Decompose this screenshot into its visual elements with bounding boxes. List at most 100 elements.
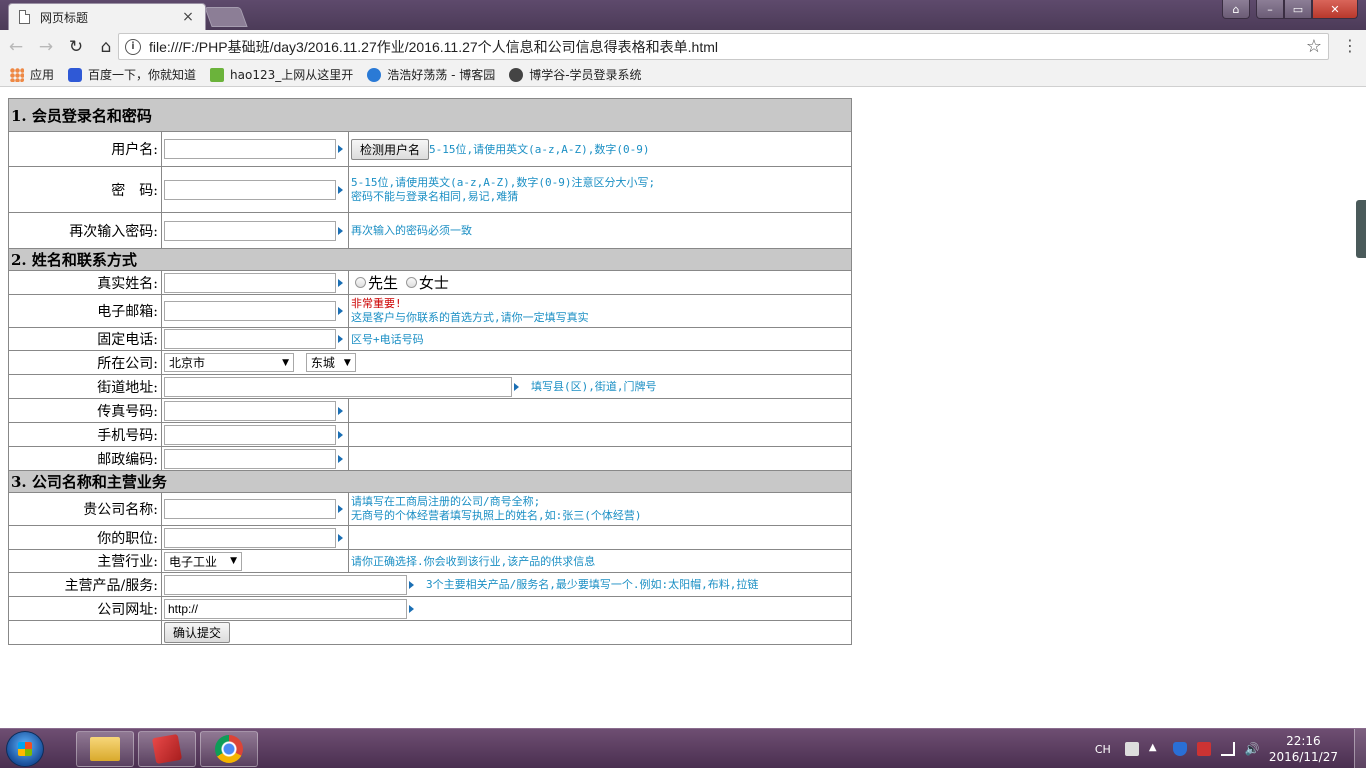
bookmark-apps[interactable]: 应用 xyxy=(10,66,54,83)
check-username-button[interactable]: 检测用户名 xyxy=(351,138,430,160)
cnblogs-icon xyxy=(367,67,382,82)
form-row-company-name: 贵公司名称: 请填写在工商局注册的公司/商号全称; 无商号的个体经营者填写执照上的… xyxy=(8,492,852,526)
show-hidden-icons-icon[interactable]: ▲ xyxy=(1149,742,1163,756)
position-input[interactable] xyxy=(164,527,336,548)
repeat-password-label: 再次输入密码: xyxy=(8,212,162,249)
section-title-business: 3. 公司名称和主营业务 xyxy=(8,470,852,493)
password-hint-1: 5-15位,请使用英文(a-z,A-Z),数字(0-9)注意区分大小写; xyxy=(351,175,656,189)
bookmark-boxuegu[interactable]: 博学谷-学员登录系统 xyxy=(509,66,642,83)
company-hint-2: 无商号的个体经营者填写执照上的姓名,如:张三(个体经营) xyxy=(351,509,642,522)
forward-button[interactable]: → xyxy=(32,33,60,61)
form-row-email: 电子邮箱: 非常重要! 这是客户与你联系的首选方式,请你一定填写真实 xyxy=(8,294,852,328)
url-text[interactable]: file:///F:/PHP基础班/day3/2016.11.27作业/2016… xyxy=(149,37,1306,57)
bookmark-star-icon[interactable]: ☆ xyxy=(1306,36,1322,57)
company-name-input[interactable] xyxy=(164,499,336,519)
repeat-password-hint: 再次输入的密码必须一致 xyxy=(351,224,472,237)
arrow-icon xyxy=(409,604,414,613)
form-row-username: 用户名: 检测用户名 5-15位,请使用英文(a-z,A-Z),数字(0-9) xyxy=(8,131,852,167)
mobile-input[interactable] xyxy=(164,424,336,445)
section-title-contact: 2. 姓名和联系方式 xyxy=(8,248,852,271)
reload-button[interactable]: ↻ xyxy=(62,33,90,61)
browser-tab-active[interactable]: 网页标题 × xyxy=(8,3,206,30)
email-input[interactable] xyxy=(164,301,336,321)
home-button[interactable]: ⌂ xyxy=(92,33,120,61)
password-input[interactable] xyxy=(164,179,336,200)
zip-input[interactable] xyxy=(164,448,336,469)
arrow-icon xyxy=(409,580,414,589)
user-profile-button[interactable]: ⌂ xyxy=(1222,0,1250,19)
street-label: 街道地址: xyxy=(8,374,162,399)
website-input[interactable] xyxy=(164,598,407,619)
gender-radio-mr[interactable] xyxy=(355,277,366,288)
phone-input[interactable] xyxy=(164,329,336,349)
form-row-mobile: 手机号码: xyxy=(8,422,852,447)
back-button[interactable]: ← xyxy=(2,33,30,61)
form-row-product: 主营产品/服务: 3个主要相关产品/服务名,最少要填写一个.例如:太阳帽,布料,… xyxy=(8,572,852,597)
arrow-icon xyxy=(338,430,343,439)
network-icon[interactable] xyxy=(1220,742,1235,756)
form-row-fax: 传真号码: xyxy=(8,398,852,423)
arrow-icon xyxy=(338,307,343,315)
browser-menu-icon[interactable]: ⋮ xyxy=(1342,36,1358,55)
submit-button[interactable]: 确认提交 xyxy=(164,622,231,643)
repeat-password-input[interactable] xyxy=(164,220,336,241)
maximize-button[interactable]: ▭ xyxy=(1284,0,1312,19)
city-select[interactable]: 北京市 ▼ xyxy=(164,353,294,372)
realname-input[interactable] xyxy=(164,272,336,293)
show-desktop-button[interactable] xyxy=(1354,729,1366,769)
gender-radio-ms[interactable] xyxy=(405,277,417,288)
form-row-phone: 固定电话: 区号+电话号码 xyxy=(8,327,852,351)
chrome-icon xyxy=(215,735,243,763)
minimize-button[interactable]: – xyxy=(1256,0,1284,19)
keyboard-icon[interactable] xyxy=(1124,742,1139,756)
form-row-location: 所在公司: 北京市 ▼ 东城 ▼ xyxy=(8,350,852,375)
page-info-icon[interactable]: i xyxy=(125,38,141,55)
arrow-icon xyxy=(338,335,343,343)
username-input[interactable] xyxy=(164,139,336,159)
new-tab-button[interactable] xyxy=(204,7,248,27)
section-header: 3. 公司名称和主营业务 xyxy=(8,470,852,493)
app-icon xyxy=(151,733,183,765)
fax-label: 传真号码: xyxy=(8,398,162,423)
language-indicator[interactable]: CH xyxy=(1095,743,1111,756)
flag-icon[interactable] xyxy=(1196,742,1211,756)
volume-icon[interactable]: 🔊 xyxy=(1245,742,1260,756)
address-bar[interactable]: i file:///F:/PHP基础班/day3/2016.11.27作业/20… xyxy=(118,33,1329,60)
close-window-button[interactable]: ✕ xyxy=(1312,0,1358,19)
bookmark-hao123[interactable]: hao123_上网从这里开 xyxy=(210,66,353,83)
street-input[interactable] xyxy=(164,376,512,397)
taskbar-chrome[interactable] xyxy=(200,731,258,767)
taskbar-explorer[interactable] xyxy=(76,731,134,767)
mobile-label: 手机号码: xyxy=(8,422,162,447)
clock-time: 22:16 xyxy=(1286,734,1321,748)
position-label: 你的职位: xyxy=(8,525,162,550)
system-tray: CH ▲ 🔊 22:16 2016/11/27 xyxy=(1095,729,1366,769)
form-row-zip: 邮政编码: xyxy=(8,446,852,471)
username-label: 用户名: xyxy=(8,131,162,167)
zip-label: 邮政编码: xyxy=(8,446,162,471)
form-row-street: 街道地址: 填写县(区),街道,门牌号 xyxy=(8,374,852,399)
taskbar-app[interactable] xyxy=(138,731,196,767)
start-button[interactable] xyxy=(6,731,44,767)
company-location-label: 所在公司: xyxy=(8,350,162,375)
form-row-password: 密 码: 5-15位,请使用英文(a-z,A-Z),数字(0-9)注意区分大小写… xyxy=(8,166,852,213)
tab-close-icon[interactable]: × xyxy=(181,9,195,25)
bookmark-cnblogs[interactable]: 浩浩好荡荡 - 博客园 xyxy=(367,66,495,83)
email-hint: 这是客户与你联系的首选方式,请你一定填写真实 xyxy=(351,311,589,324)
scrollbar-thumb[interactable] xyxy=(1356,200,1366,258)
product-input[interactable] xyxy=(164,574,407,595)
arrow-icon xyxy=(338,533,343,542)
industry-select[interactable]: 电子工业 ▼ xyxy=(164,551,242,571)
district-select[interactable]: 东城 ▼ xyxy=(305,353,356,372)
section-header: 2. 姓名和联系方式 xyxy=(8,248,852,271)
product-label: 主营产品/服务: xyxy=(8,572,162,597)
form-row-position: 你的职位: xyxy=(8,525,852,550)
hao123-icon xyxy=(210,67,225,82)
page-content: 1. 会员登录名和密码 用户名: 检测用户名 5-15位,请使用英文(a-z,A-… xyxy=(0,88,1366,728)
shield-icon[interactable] xyxy=(1172,742,1187,756)
clock[interactable]: 22:16 2016/11/27 xyxy=(1269,733,1338,765)
fax-input[interactable] xyxy=(164,400,336,421)
registration-form-table: 1. 会员登录名和密码 用户名: 检测用户名 5-15位,请使用英文(a-z,A-… xyxy=(8,98,852,645)
section-header: 1. 会员登录名和密码 xyxy=(8,98,852,132)
bookmark-baidu[interactable]: 百度一下，你就知道 xyxy=(68,66,196,83)
